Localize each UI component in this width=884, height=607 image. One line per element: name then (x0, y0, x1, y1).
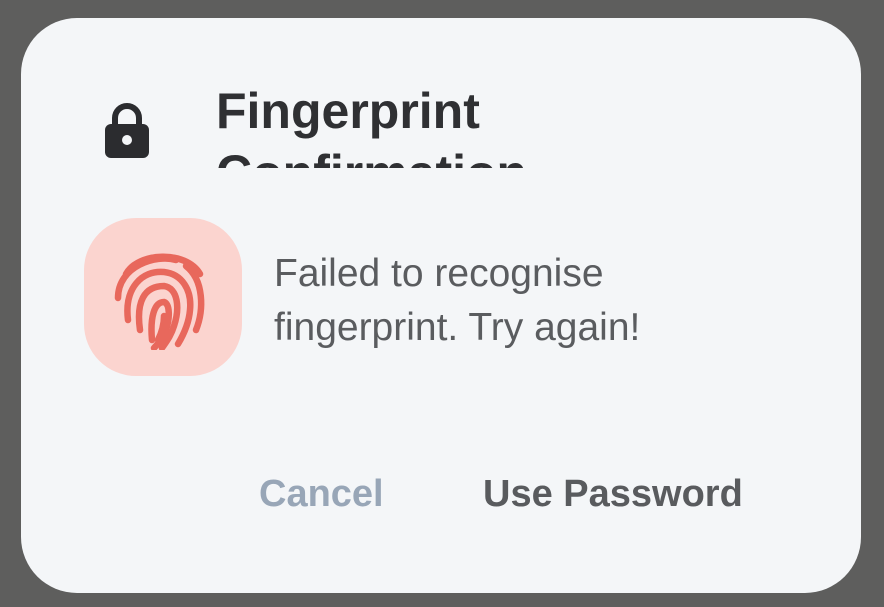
cancel-button[interactable]: Cancel (259, 466, 384, 522)
dialog-title: Fingerprint Confirmation (216, 83, 527, 168)
error-message: Failed to recognise fingerprint. Try aga… (274, 252, 641, 349)
lock-icon (105, 102, 149, 158)
fingerprint-dialog: Fingerprint Confirmation Failed to recog… (21, 18, 861, 593)
fingerprint-status-tile (84, 218, 242, 376)
title-container: Fingerprint Confirmation (216, 80, 546, 168)
use-password-button[interactable]: Use Password (483, 466, 743, 522)
fingerprint-icon (114, 253, 205, 350)
